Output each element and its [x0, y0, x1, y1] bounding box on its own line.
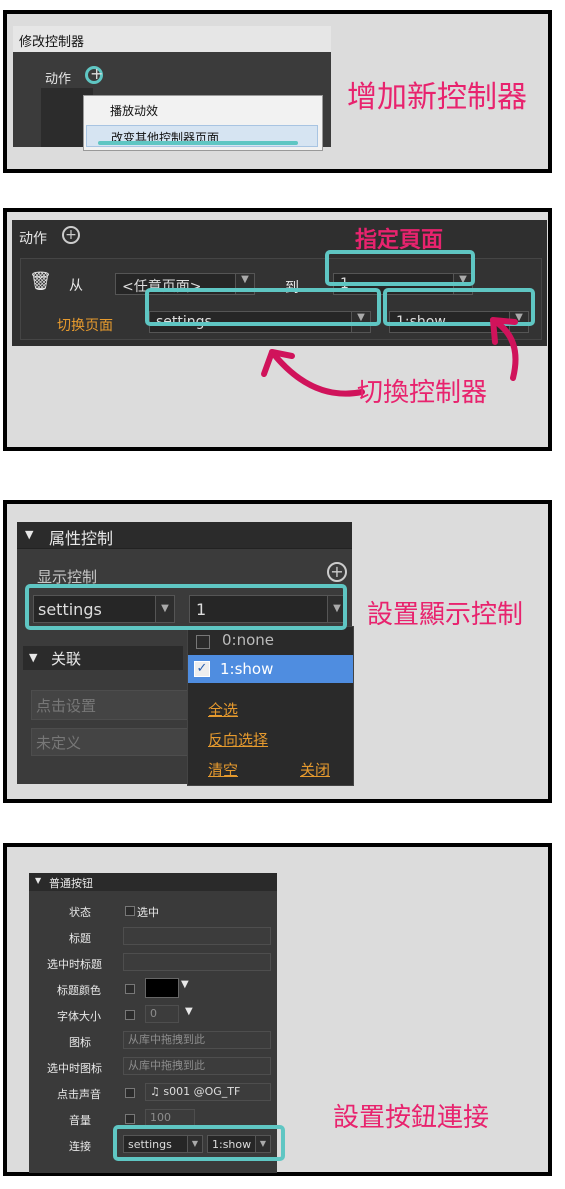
add-action-icon[interactable]: +	[62, 226, 80, 244]
music-note-icon: ♫	[150, 1085, 164, 1098]
highlight-controller	[145, 288, 381, 326]
checkbox-icon	[196, 635, 210, 649]
option-show[interactable]: ✓ 1:show	[188, 655, 353, 683]
caption-add-controller: 增加新控制器	[347, 80, 527, 115]
link-label: 连接	[69, 1140, 91, 1153]
state-checkbox-label: 选中	[137, 906, 159, 919]
linkage-header[interactable]: ▼ 关联	[23, 646, 183, 670]
panel-add-controller: 修改控制器 动作 + 播放动效 改变其他控制器页面 增加新控制器	[3, 10, 552, 173]
click-setting-field: 点击设置	[31, 690, 189, 720]
caption-button-link: 設置按鈕連接	[333, 1103, 490, 1133]
property-panel: ▼ 属性控制 显示控制 + settings ▼ 1 ▼ ▼ 关联 点击设置 未…	[17, 522, 354, 786]
font-size-label: 字体大小	[57, 1010, 101, 1023]
panel-display-control: ▼ 属性控制 显示控制 + settings ▼ 1 ▼ ▼ 关联 点击设置 未…	[3, 500, 552, 803]
select-all-link[interactable]: 全选	[208, 699, 238, 720]
color-swatch[interactable]	[145, 978, 179, 998]
click-sound-field[interactable]: ♫ s001 @OG_TF	[145, 1083, 271, 1101]
click-setting-label: 点击设置	[36, 697, 97, 715]
section-header[interactable]: ▼ 属性控制	[17, 522, 352, 549]
add-icon[interactable]: +	[327, 562, 347, 582]
actions-area: 动作 + 播放动效 改变其他控制器页面	[13, 52, 331, 151]
selected-icon-placeholder: 从库中拖拽到此	[128, 1059, 205, 1072]
option-none-label: 0:none	[222, 631, 275, 649]
font-size-input[interactable]: 0	[145, 1005, 179, 1023]
switch-page-label: 切换页面	[57, 318, 113, 334]
checkbox-checked-icon: ✓	[194, 661, 210, 677]
state-checkbox[interactable]	[125, 906, 135, 916]
font-size-value: 0	[150, 1007, 157, 1020]
icon-drop-field[interactable]: 从库中拖拽到此	[123, 1031, 271, 1049]
dialog-title: 修改控制器	[19, 35, 85, 50]
section-title: 属性控制	[49, 529, 114, 548]
font-size-checkbox[interactable]	[125, 1010, 135, 1020]
selected-title-input[interactable]	[123, 953, 271, 971]
dialog-header: 修改控制器	[13, 26, 331, 52]
title-label: 标题	[69, 932, 91, 945]
highlight-display-control	[25, 584, 347, 630]
icon-placeholder: 从库中拖拽到此	[128, 1033, 205, 1046]
highlight-to-page	[325, 250, 475, 286]
panel-button-link: ▼ 普通按钮 状态 选中 标题 选中时标题 标题颜色 ▼ 字体大小 0 ▼ 图标…	[3, 843, 552, 1176]
panel-switch-controller: 动作 + 🗑 从 <任意页面> ▼ 到 1 ▼ 切换页面 settings ▼ …	[3, 208, 552, 451]
arrow-curve-right	[490, 317, 519, 381]
chevron-down-icon[interactable]: ▼	[181, 979, 189, 990]
caption-specify-page: 指定頁面	[355, 228, 444, 253]
from-label: 从	[69, 278, 83, 294]
menu-item-play-effect[interactable]: 播放动效	[110, 102, 158, 119]
triangle-down-icon: ▼	[35, 876, 42, 885]
click-sound-checkbox[interactable]	[125, 1088, 135, 1098]
invert-selection-link[interactable]: 反向选择	[208, 729, 268, 750]
title-color-checkbox[interactable]	[125, 984, 135, 994]
highlight-link	[113, 1125, 285, 1161]
highlight-underline	[98, 141, 298, 145]
close-link[interactable]: 关闭	[300, 759, 330, 780]
undefined-field: 未定义	[31, 728, 189, 756]
plus-icon: +	[90, 64, 104, 83]
option-none[interactable]: 0:none	[188, 627, 353, 653]
chevron-down-icon[interactable]: ▼	[185, 1006, 193, 1017]
clear-link[interactable]: 清空	[208, 759, 238, 780]
click-sound-label: 点击声音	[57, 1088, 101, 1101]
options-dropdown: 0:none ✓ 1:show 全选 反向选择 清空 关闭	[187, 626, 354, 786]
linkage-title: 关联	[51, 650, 82, 668]
selected-title-label: 选中时标题	[47, 958, 102, 971]
state-label: 状态	[69, 906, 91, 919]
caption-switch-controller: 切換控制器	[357, 378, 488, 408]
actions-label: 动作	[19, 231, 47, 247]
actions-label: 动作	[45, 72, 72, 87]
selected-icon-label: 选中时图标	[47, 1062, 102, 1075]
section-title: 普通按钮	[49, 877, 93, 890]
undefined-label: 未定义	[36, 734, 82, 752]
volume-value: 100	[150, 1111, 171, 1124]
option-show-label: 1:show	[220, 660, 274, 678]
click-sound-value: s001 @OG_TF	[163, 1085, 241, 1098]
caption-display-control: 設置顯示控制	[367, 600, 524, 630]
triangle-down-icon: ▼	[29, 651, 38, 664]
arrow-curve-left	[261, 349, 365, 397]
selected-icon-drop-field[interactable]: 从库中拖拽到此	[123, 1057, 271, 1075]
volume-label: 音量	[69, 1114, 91, 1127]
triangle-down-icon: ▼	[25, 528, 34, 541]
trash-icon[interactable]: 🗑	[29, 271, 52, 292]
context-menu: 播放动效 改变其他控制器页面	[83, 95, 323, 151]
title-color-label: 标题颜色	[57, 984, 101, 997]
title-input[interactable]	[123, 927, 271, 945]
section-header[interactable]: ▼ 普通按钮	[29, 873, 277, 891]
icon-label: 图标	[69, 1036, 91, 1049]
volume-checkbox[interactable]	[125, 1114, 135, 1124]
